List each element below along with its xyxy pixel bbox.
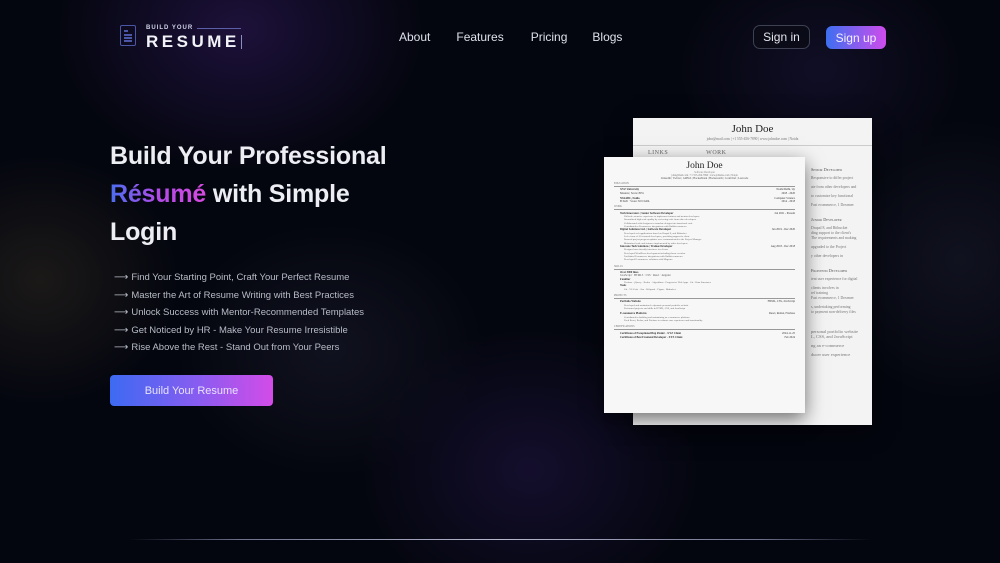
hero-title-line-1: Build Your Professional [110, 142, 387, 170]
arrow-right-icon: ⟶ [114, 272, 129, 284]
resume-side-column: Senior Developer Responsive to differ pr… [811, 167, 858, 357]
hero-title-line-3: Login [110, 218, 178, 246]
logo-tagline: BUILD YOUR [146, 24, 242, 32]
nav-about[interactable]: About [399, 30, 430, 44]
hero-title: Build Your Professional Résumé with Simp… [110, 137, 430, 251]
nav-pricing[interactable]: Pricing [531, 30, 568, 44]
feature-list: ⟶ Find Your Starting Point, Craft Your Pe… [114, 269, 364, 357]
hero-title-line-2: with Simple [206, 180, 350, 208]
arrow-right-icon: ⟶ [114, 289, 129, 301]
resume-name: John Doe [731, 123, 774, 135]
main-nav: About Features Pricing Blogs [399, 30, 647, 44]
resume-contact: john@mail.com | +1 555-456-7890 | www.jo… [706, 137, 799, 141]
landing-page: BUILD YOUR RESUME About Features Pricing… [0, 0, 1000, 563]
resume-document-icon [118, 24, 140, 48]
feature-item: ⟶ Find Your Starting Point, Craft Your Pe… [114, 272, 350, 284]
feature-item: ⟶ Unlock Success with Mentor-Recommended … [114, 307, 365, 319]
hero-title-highlight: Résumé [110, 180, 207, 208]
arrow-right-icon: ⟶ [114, 342, 129, 354]
logo[interactable]: BUILD YOUR RESUME [118, 24, 242, 50]
nav-features[interactable]: Features [456, 30, 503, 44]
arrow-right-icon: ⟶ [114, 324, 129, 336]
feature-item: ⟶ Rise Above the Rest - Stand Out from Yo… [114, 342, 340, 354]
resume-preview-front: John Doe Software Developer john@mail.co… [604, 157, 805, 413]
logo-wordmark: RESUME [146, 32, 242, 51]
resume-name: John Doe [686, 161, 723, 171]
sign-up-button[interactable]: Sign up [826, 26, 886, 49]
nav-blogs[interactable]: Blogs [592, 30, 622, 44]
feature-item: ⟶ Master the Art of Resume Writing with B… [114, 289, 354, 301]
build-resume-button[interactable]: Build Your Resume [110, 375, 273, 406]
sign-in-button[interactable]: Sign in [753, 25, 810, 49]
arrow-right-icon: ⟶ [114, 307, 129, 319]
section-divider [130, 539, 870, 540]
feature-item: ⟶ Get Noticed by HR - Make Your Resume Ir… [114, 324, 348, 336]
resume-columns: LINKS WORK [648, 150, 727, 156]
